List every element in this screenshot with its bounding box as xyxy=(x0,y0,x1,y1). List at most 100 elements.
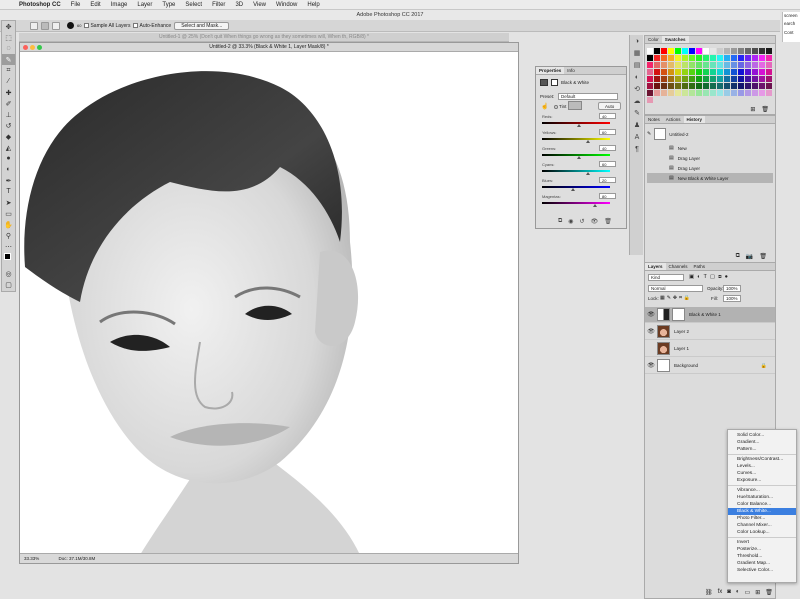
layer-filter-kind[interactable]: Kind xyxy=(648,274,684,281)
swatch[interactable] xyxy=(647,48,653,54)
menu-item-solid-color[interactable]: Solid Color... xyxy=(728,432,796,439)
new-adjustment-icon[interactable]: ◐ xyxy=(736,589,740,596)
new-group-icon[interactable]: ▭ xyxy=(745,589,751,596)
menu-help[interactable]: Help xyxy=(302,2,324,8)
tab-layers[interactable]: Layers xyxy=(645,263,666,270)
swatch[interactable] xyxy=(661,90,667,96)
swatch[interactable] xyxy=(654,62,660,68)
swatch[interactable] xyxy=(661,83,667,89)
dodge-tool-icon[interactable]: ◐ xyxy=(2,164,15,175)
menu-item-levels[interactable]: Levels... xyxy=(728,463,796,470)
swatch[interactable] xyxy=(696,55,702,61)
swatch[interactable] xyxy=(710,69,716,75)
swatch[interactable] xyxy=(759,83,765,89)
swatch[interactable] xyxy=(724,90,730,96)
swatch[interactable] xyxy=(703,76,709,82)
brush-tool-icon[interactable]: ✐ xyxy=(2,98,15,109)
swatch[interactable] xyxy=(752,55,758,61)
swatch[interactable] xyxy=(724,62,730,68)
swatch[interactable] xyxy=(675,69,681,75)
menu-item-threshold[interactable]: Threshold... xyxy=(728,553,796,560)
menu-item-gradient-map[interactable]: Gradient Map... xyxy=(728,560,796,567)
visibility-eye-icon[interactable]: 👁 xyxy=(645,362,657,369)
menu-item-exposure[interactable]: Exposure... xyxy=(728,477,796,484)
swatch[interactable] xyxy=(766,83,772,89)
swatch[interactable] xyxy=(717,62,723,68)
mask-icon[interactable] xyxy=(551,79,558,86)
swatch[interactable] xyxy=(710,55,716,61)
swatch[interactable] xyxy=(682,76,688,82)
color-swatches-icon[interactable] xyxy=(2,252,15,268)
swatch[interactable] xyxy=(696,62,702,68)
crop-tool-icon[interactable]: ⌗ xyxy=(2,65,15,76)
layer-style-icon[interactable]: fx xyxy=(718,589,723,596)
swatch[interactable] xyxy=(647,69,653,75)
swatch[interactable] xyxy=(724,55,730,61)
history-panel-icon[interactable]: ⟲ xyxy=(630,83,644,95)
swatch[interactable] xyxy=(759,55,765,61)
swatch[interactable] xyxy=(654,76,660,82)
swatch[interactable] xyxy=(675,76,681,82)
swatch[interactable] xyxy=(738,62,744,68)
clone-source-icon[interactable]: ♟ xyxy=(630,119,644,131)
menu-item-vibrance[interactable]: Vibrance... xyxy=(728,487,796,494)
opacity-field[interactable]: 100% xyxy=(723,285,741,292)
menu-item-gradient[interactable]: Gradient... xyxy=(728,439,796,446)
image-canvas[interactable] xyxy=(20,52,518,555)
visibility-icon[interactable]: 👁 xyxy=(591,218,599,225)
blur-tool-icon[interactable]: ● xyxy=(2,153,15,164)
swatch[interactable] xyxy=(682,48,688,54)
marquee-tool-icon[interactable]: ⬚ xyxy=(2,32,15,43)
swatch[interactable] xyxy=(675,48,681,54)
history-brush-icon[interactable]: ↺ xyxy=(2,120,15,131)
swatch[interactable] xyxy=(647,55,653,61)
lock-icons[interactable]: ▦✎✥⌗🔒 xyxy=(660,295,692,301)
tab-history[interactable]: History xyxy=(683,116,706,123)
new-doc-from-state-icon[interactable]: ⧉ xyxy=(736,253,740,260)
pen-tool-icon[interactable]: ✒ xyxy=(2,175,15,186)
swatch[interactable] xyxy=(675,90,681,96)
swatch[interactable] xyxy=(731,55,737,61)
menu-layer[interactable]: Layer xyxy=(132,2,157,8)
swatch[interactable] xyxy=(717,55,723,61)
eraser-tool-icon[interactable]: ◆ xyxy=(2,131,15,142)
tab-color[interactable]: Color xyxy=(645,36,662,43)
eyedropper-tool-icon[interactable]: ⁄ xyxy=(2,76,15,87)
swatch[interactable] xyxy=(703,62,709,68)
menu-item-pattern[interactable]: Pattern... xyxy=(728,446,796,453)
menu-item-black-white[interactable]: Black & White... xyxy=(728,508,796,515)
swatch[interactable] xyxy=(696,69,702,75)
swatch[interactable] xyxy=(731,62,737,68)
swatch[interactable] xyxy=(661,76,667,82)
swatch[interactable] xyxy=(759,69,765,75)
swatch[interactable] xyxy=(717,76,723,82)
swatch[interactable] xyxy=(668,48,674,54)
clip-to-layer-icon[interactable]: ⧉ xyxy=(558,218,562,225)
swatch[interactable] xyxy=(689,90,695,96)
swatch[interactable] xyxy=(717,48,723,54)
swatch[interactable] xyxy=(745,83,751,89)
menu-image[interactable]: Image xyxy=(106,2,133,8)
swatch[interactable] xyxy=(689,83,695,89)
reset-icon[interactable]: ↺ xyxy=(580,218,585,225)
paint-bucket-icon[interactable]: ◭ xyxy=(2,142,15,153)
layer-row-background[interactable]: 👁 Background 🔒 xyxy=(645,358,775,374)
visibility-eye-icon[interactable]: 👁 xyxy=(645,311,657,318)
rectangle-tool-icon[interactable]: ▭ xyxy=(2,208,15,219)
history-snapshot[interactable]: ✎ Untitled-2 xyxy=(647,127,773,141)
delete-adjustment-icon[interactable]: 🗑 xyxy=(604,218,612,225)
swatch[interactable] xyxy=(745,69,751,75)
swatch[interactable] xyxy=(703,90,709,96)
delete-swatch-icon[interactable]: 🗑 xyxy=(761,106,769,113)
zoom-level[interactable]: 33.33% xyxy=(24,556,39,561)
snapshot-camera-icon[interactable]: 📷 xyxy=(746,253,753,260)
add-selection-icon[interactable] xyxy=(41,21,49,30)
tab-channels[interactable]: Channels xyxy=(666,263,691,270)
tab-actions[interactable]: Actions xyxy=(663,116,684,123)
swatch[interactable] xyxy=(647,76,653,82)
subtract-selection-icon[interactable] xyxy=(52,21,60,30)
type-tool-icon[interactable]: T xyxy=(2,186,15,197)
swatch[interactable] xyxy=(710,83,716,89)
swatch[interactable] xyxy=(752,90,758,96)
swatch[interactable] xyxy=(766,55,772,61)
